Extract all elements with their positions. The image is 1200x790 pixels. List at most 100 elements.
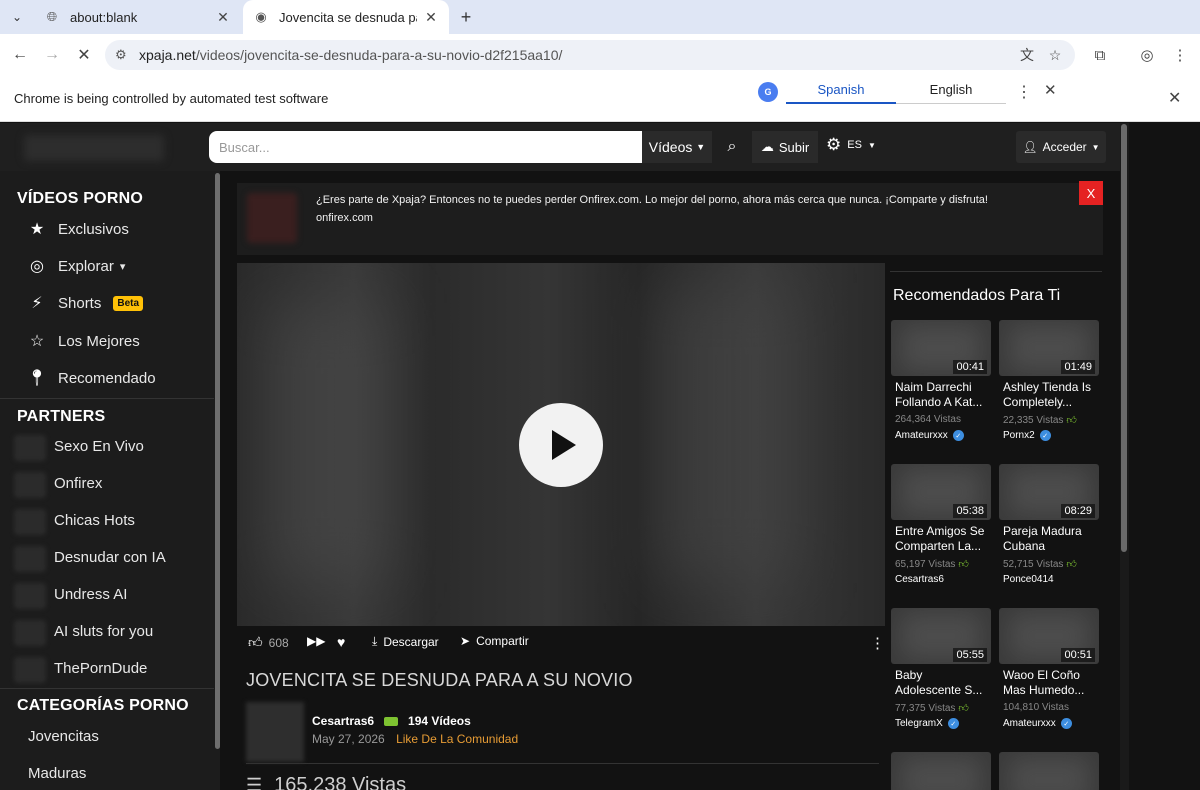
- download-button[interactable]: ⤓ Descargar: [372, 634, 439, 649]
- video-thumbnail[interactable]: 08:29: [999, 464, 1099, 520]
- tab-about-blank[interactable]: 🌐︎ about:blank ✕: [34, 0, 241, 34]
- tab-search-chevron-icon[interactable]: ⌄: [6, 6, 28, 28]
- card-title[interactable]: Naim Darrechi Follando A Kat...: [895, 380, 991, 410]
- more-options-icon[interactable]: ⋮: [870, 634, 885, 652]
- site-icon: ◉: [255, 9, 267, 24]
- forward-icon[interactable]: →: [40, 43, 64, 67]
- bookmark-star-icon[interactable]: ☆: [1045, 45, 1065, 65]
- tab-close-icon[interactable]: ✕: [215, 9, 231, 25]
- card-author[interactable]: Amateurxxx: [1003, 718, 1056, 729]
- like-button[interactable]: 👍︎ 608: [248, 634, 289, 651]
- more-options-icon[interactable]: ⋮: [1016, 82, 1032, 102]
- card-title[interactable]: Entre Amigos Se Comparten La...: [895, 524, 991, 554]
- view-count: 165,238 Vistas: [274, 774, 407, 790]
- video-thumbnail[interactable]: 01:49: [999, 320, 1099, 376]
- page-scrollbar-thumb[interactable]: [1121, 124, 1127, 552]
- card-views: 77,375 Vistas: [895, 702, 956, 714]
- partner-link[interactable]: Chicas Hots: [54, 512, 135, 529]
- close-icon[interactable]: ✕: [1168, 88, 1181, 108]
- promo-close-button[interactable]: X: [1079, 181, 1103, 205]
- video-player[interactable]: [237, 263, 885, 626]
- promo-image: [247, 193, 297, 243]
- card-title[interactable]: Baby Adolescente S...: [895, 668, 991, 698]
- sidebar-item-los-mejores[interactable]: ☆ Los Mejores: [28, 331, 140, 351]
- video-thumbnail[interactable]: [891, 752, 991, 790]
- menu-kebab-icon[interactable]: ⋮: [1170, 45, 1190, 65]
- category-link[interactable]: Maduras: [28, 765, 86, 782]
- upload-button[interactable]: ☁ Subir: [752, 131, 818, 163]
- card-title[interactable]: Ashley Tienda Is Completely...: [1003, 380, 1099, 410]
- share-button[interactable]: ➤ Compartir: [460, 634, 529, 648]
- partner-link[interactable]: Undress AI: [54, 586, 127, 603]
- sidebar-item-explorar[interactable]: ◎ Explorar ▾: [28, 256, 125, 276]
- partner-logo: [14, 620, 46, 646]
- partner-link[interactable]: ThePornDude: [54, 660, 147, 677]
- stop-icon[interactable]: ✕: [72, 43, 96, 67]
- video-thumbnail[interactable]: [999, 752, 1099, 790]
- partner-link[interactable]: Sexo En Vivo: [54, 438, 144, 455]
- gear-icon: ⚙: [826, 135, 842, 154]
- video-thumbnail[interactable]: 05:38: [891, 464, 991, 520]
- sidebar-section-title: PARTNERS: [17, 408, 106, 425]
- url-text[interactable]: xpaja.net/videos/jovencita-se-desnuda-pa…: [139, 47, 562, 63]
- card-title[interactable]: Waoo El Coño Mas Humedo...: [1003, 668, 1099, 698]
- promo-text: ¿Eres parte de Xpaja? Entonces no te pue…: [316, 191, 988, 227]
- thumbs-up-icon: 👍︎: [1066, 415, 1077, 426]
- bolt-icon: ⚡︎: [31, 295, 43, 312]
- community-like-link[interactable]: Like De La Comunidad: [396, 732, 518, 746]
- upload-date: May 27, 2026: [312, 732, 385, 746]
- card-author[interactable]: Cesartras6: [895, 574, 944, 585]
- login-button[interactable]: 👤︎ Acceder ▼: [1016, 131, 1106, 163]
- search-icon[interactable]: ⌕: [716, 131, 748, 163]
- send-icon: ➤: [460, 634, 471, 648]
- partner-logo: [14, 509, 46, 535]
- card-author[interactable]: Amateurxxx: [895, 430, 948, 441]
- category-link[interactable]: Jovencitas: [28, 728, 99, 745]
- infobar-text: Chrome is being controlled by automated …: [14, 91, 329, 106]
- video-actions: 👍︎ 608 ▶▶ ♥ ⤓ Descargar ➤ Compartir ⋮: [237, 630, 885, 656]
- beta-badge: Beta: [113, 295, 144, 311]
- video-thumbnail[interactable]: 00:41: [891, 320, 991, 376]
- partner-link[interactable]: AI sluts for you: [54, 623, 153, 640]
- language-selector[interactable]: ⚙ ES ▼: [826, 135, 876, 155]
- new-tab-icon[interactable]: +: [455, 6, 477, 28]
- duration-badge: 08:29: [1061, 504, 1095, 518]
- site-info-icon[interactable]: ⚙: [115, 47, 127, 63]
- uploader-name[interactable]: Cesartras6: [312, 714, 374, 728]
- back-icon[interactable]: ←: [8, 43, 32, 67]
- card-author[interactable]: TelegramX: [895, 718, 943, 729]
- video-thumbnail[interactable]: 00:51: [999, 608, 1099, 664]
- translate-icon[interactable]: 文: [1017, 45, 1037, 65]
- video-thumbnail[interactable]: 05:55: [891, 608, 991, 664]
- tab-active-video[interactable]: ◉ Jovencita se desnuda par ✕: [243, 0, 449, 34]
- sidebar-item-exclusivos[interactable]: ★ Exclusivos: [28, 219, 129, 239]
- card-views: 264,364 Vistas: [895, 414, 961, 425]
- play-button[interactable]: [519, 403, 603, 487]
- extensions-icon[interactable]: ⧉: [1090, 45, 1110, 65]
- partner-link[interactable]: Onfirex: [54, 475, 102, 492]
- card-title[interactable]: Pareja Madura Cubana: [1003, 524, 1099, 554]
- google-translate-icon: G: [758, 82, 778, 102]
- translate-source-tab[interactable]: Spanish: [786, 82, 896, 104]
- tab-title: about:blank: [70, 9, 138, 25]
- search-input[interactable]: [209, 131, 642, 163]
- profile-icon[interactable]: ◎: [1137, 45, 1157, 65]
- close-icon[interactable]: ✕: [1044, 81, 1057, 99]
- next-icon[interactable]: ▶▶: [307, 634, 325, 648]
- sidebar-item-recomendado[interactable]: 📍︎ Recomendado: [27, 368, 156, 388]
- card-author[interactable]: Pornx2: [1003, 430, 1035, 441]
- sidebar-item-shorts[interactable]: ⚡︎ Shorts Beta: [28, 293, 144, 313]
- partner-link[interactable]: Desnudar con IA: [54, 549, 166, 566]
- promo-link[interactable]: onfirex.com: [316, 209, 988, 227]
- card-author[interactable]: Ponce0414: [1003, 574, 1054, 585]
- avatar[interactable]: [246, 702, 304, 762]
- sidebar-scrollbar[interactable]: [215, 173, 220, 749]
- tab-close-icon[interactable]: ✕: [423, 9, 439, 25]
- address-bar[interactable]: ⚙ xpaja.net/videos/jovencita-se-desnuda-…: [105, 40, 1075, 70]
- videos-dropdown[interactable]: Vídeos ▼: [642, 131, 712, 163]
- favorite-heart-icon[interactable]: ♥: [337, 634, 345, 650]
- translate-target-tab[interactable]: English: [896, 82, 1006, 104]
- site-logo[interactable]: [24, 135, 164, 161]
- partner-logo: [14, 472, 46, 498]
- thumbs-up-icon: 👍︎: [958, 703, 969, 714]
